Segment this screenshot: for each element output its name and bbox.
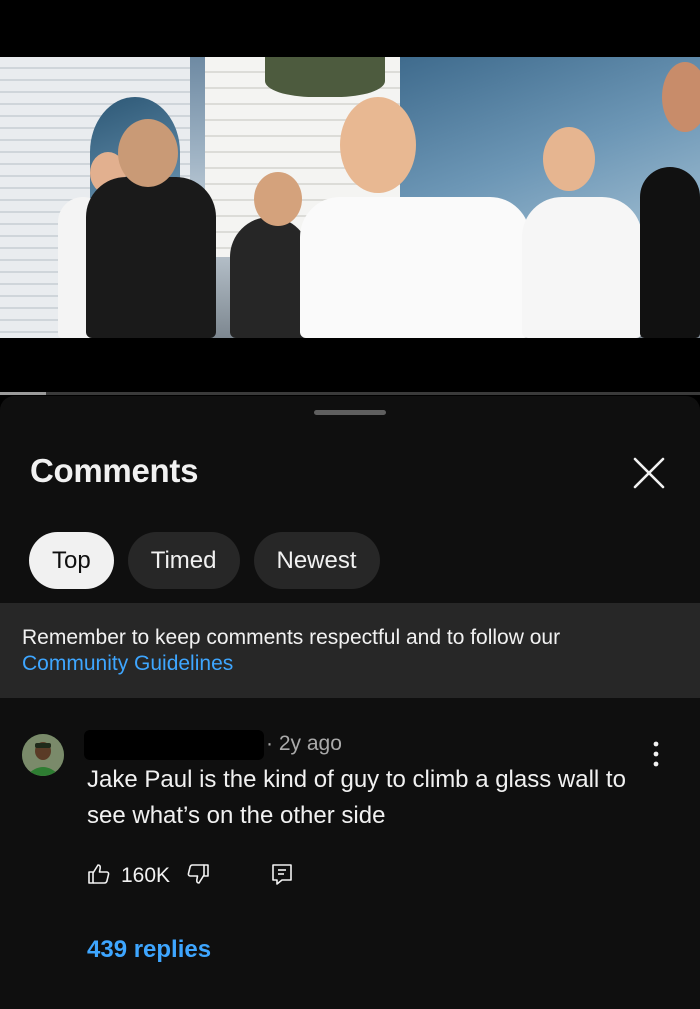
comment-text: Jake Paul is the kind of guy to climb a … [87,766,626,829]
chip-top[interactable]: Top [29,532,114,589]
video-scene-person [640,167,700,338]
chip-timed[interactable]: Timed [127,532,240,589]
video-progress-bar[interactable] [0,392,700,395]
like-count: 160K [121,864,171,887]
guidelines-notice: Remember to keep comments respectful and… [0,603,700,698]
chip-newest[interactable]: Newest [253,532,380,589]
video-scene-person [662,62,700,132]
video-frame[interactable] [0,57,700,338]
video-scene-person [543,127,595,191]
community-guidelines-link[interactable]: Community Guidelines [22,651,678,677]
comments-sheet: Comments Top Timed Newest Remember to ke… [0,396,700,1009]
video-scene-person [254,172,302,226]
comments-title: Comments [30,452,199,489]
video-scene-person [86,177,216,338]
video-scene-person [118,119,178,187]
video-scene-person [300,197,530,338]
close-icon[interactable] [628,452,670,494]
video-scene-person [340,97,416,193]
video-scene-tree [265,57,385,97]
comment-actions: 160K [87,858,294,894]
author-name-redacted[interactable] [84,730,264,760]
like-icon[interactable] [87,862,111,891]
video-scene-person [230,217,310,338]
video-scene-person [522,197,642,338]
drag-handle[interactable] [314,410,386,415]
guidelines-notice-text: Remember to keep comments respectful and… [22,626,561,649]
sort-chips: Top Timed Newest [29,532,380,589]
reply-icon[interactable] [270,862,294,891]
avatar[interactable] [22,734,64,776]
dislike-icon[interactable] [186,862,210,891]
comment-age: · 2y ago [266,732,342,755]
video-player[interactable] [0,0,700,396]
view-replies-button[interactable]: 439 replies [87,936,211,964]
video-progress-fill [0,392,46,395]
